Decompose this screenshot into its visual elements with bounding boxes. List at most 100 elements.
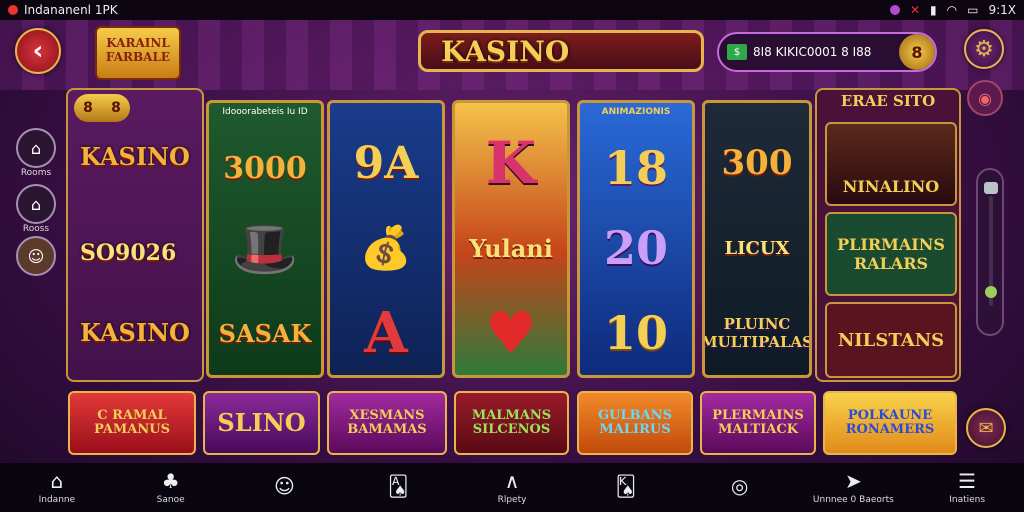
logo: KARAINL FARBALE <box>95 26 181 80</box>
avatar-icon: ☺ <box>16 236 56 276</box>
level-badge: 8 8 <box>74 94 130 122</box>
game-tile[interactable]: C RAMAL PAMANUS <box>68 391 196 455</box>
battery-icon: ▭ <box>967 3 979 17</box>
app-icon <box>889 5 900 15</box>
gear-icon: ⚙ <box>974 36 994 62</box>
reel-4[interactable]: ANIMAZIONIS 18 20 10 <box>577 100 695 378</box>
home-icon: ⌂ <box>16 184 56 224</box>
title-banner: KASINO <box>418 30 704 72</box>
coin-label: 8 <box>911 42 923 62</box>
nav-slots[interactable]: ∧ Rlpety <box>455 463 569 512</box>
share-icon: ➤ <box>844 469 862 493</box>
reel-symbol: SASAK <box>218 318 312 348</box>
slider-knob[interactable] <box>985 286 997 298</box>
nav-games[interactable]: ♣ Sanoe <box>114 463 228 512</box>
notification-icon <box>8 5 18 15</box>
nav-label: Inatiens <box>949 495 986 505</box>
page-title: KASINO <box>441 34 570 68</box>
nav-home[interactable]: ⌂ Indanne <box>0 463 114 512</box>
reel-symbol: A <box>364 300 408 366</box>
reel-symbol: K <box>485 129 537 197</box>
volume-slider[interactable] <box>976 168 1004 336</box>
reel-symbol: 10 <box>603 306 668 360</box>
games-icon: ♣ <box>161 469 180 493</box>
nav-label: Rlpety <box>497 495 527 505</box>
nav-cards[interactable]: 🂡 <box>341 463 455 512</box>
search-icon: ◎ <box>730 474 749 498</box>
balance-value: 8I8 KIKIC0001 8 I88 <box>753 45 872 59</box>
promo-tile[interactable]: NINALINO <box>825 122 957 206</box>
reel-symbol: Yulani <box>469 233 553 263</box>
game-tile[interactable]: POLKAUNE RONAMERS <box>823 391 957 455</box>
sidebar-item-avatar[interactable]: ☺ <box>16 236 56 276</box>
nav-share[interactable]: ➤ Unnnee 0 Baeorts <box>796 463 910 512</box>
reel-symbol: 3000 <box>223 150 307 186</box>
lobby-icon: ⌂ <box>16 128 56 168</box>
game-tile[interactable]: SLINO <box>203 391 320 455</box>
reel-2[interactable]: 9A 💰 A <box>327 100 445 378</box>
game-tile[interactable]: XESMANS BAMAMAS <box>327 391 447 455</box>
balance-bar[interactable]: $ 8I8 KIKIC0001 8 I88 8 <box>717 32 937 72</box>
sidebar-label: Rooss <box>22 224 50 234</box>
slider-thumb[interactable] <box>984 182 998 194</box>
app-root: Indananenl 1PK ✕ ▮ ◠ ▭ 9:1X ‹ KARAINL FA… <box>0 0 1024 512</box>
game-tile[interactable]: MALMANS SILCENOS <box>454 391 569 455</box>
mute-icon: ✕ <box>909 3 921 17</box>
notifications-button[interactable]: ✉ <box>966 408 1006 448</box>
promo-tile[interactable]: PLIRMAINS RALARS <box>825 212 957 296</box>
nav-card[interactable]: 🂮 <box>569 463 683 512</box>
sidebar-item-rooss[interactable]: ⌂ Rooss <box>16 184 61 234</box>
nav-label: Sanoe <box>156 495 185 505</box>
right-panel-header: ERAE SITO <box>840 92 936 110</box>
reel-1[interactable]: Idooorabeteis Iu ID 3000 🎩 SASAK <box>206 100 324 378</box>
reel-header: Idooorabeteis Iu ID <box>222 107 308 117</box>
wifi-icon: ◠ <box>946 3 958 17</box>
sidebar-label: Rooms <box>20 168 52 178</box>
reel-symbol: 20 <box>603 221 668 275</box>
treasure-icon: 💰 <box>359 223 413 272</box>
nav-search[interactable]: ◎ <box>683 463 797 512</box>
bottom-nav: ⌂ Indanne ♣ Sanoe ☺ 🂡 ∧ Rlpety 🂮 ◎ ➤ Unnnee … <box>0 463 1024 512</box>
nav-label: Indanne <box>38 495 76 505</box>
game-tile[interactable]: PLERMAINS MALTIACK <box>700 391 816 455</box>
sidebar-item-rooms[interactable]: ⌂ Rooms <box>16 128 61 178</box>
back-button[interactable]: ‹ <box>15 28 61 74</box>
record-icon: ◉ <box>978 88 992 108</box>
slots-icon: ∧ <box>504 469 520 493</box>
reel-symbol: 18 <box>603 141 668 195</box>
home-icon: ⌂ <box>50 469 64 493</box>
nav-menu[interactable]: ☰ Inatiens <box>910 463 1024 512</box>
leprechaun-icon: 🎩 <box>231 215 299 280</box>
reel-symbol: 300 <box>721 143 793 183</box>
bell-icon: ✉ <box>978 417 994 439</box>
heart-icon: ♥ <box>485 299 537 367</box>
card-icon: 🂮 <box>615 474 637 498</box>
status-bar: Indananenl 1PK ✕ ▮ ◠ ▭ 9:1X <box>0 0 1024 20</box>
reel-5[interactable]: 300 LICUX PLUINC MULTIPALAS <box>702 100 812 378</box>
promo-line: KASINO <box>80 142 190 171</box>
promo-tile[interactable]: NILSTANS <box>825 302 957 378</box>
game-tile[interactable]: GULBANS MALIRUS <box>577 391 693 455</box>
right-promo-panel: ERAE SITO NINALINO PLIRMAINS RALARS NILS… <box>815 88 961 382</box>
reel-symbol: LICUX <box>724 237 790 259</box>
badge-digit: 8 <box>83 100 93 116</box>
cards-icon: 🂡 <box>388 474 409 498</box>
reel-symbol: 9A <box>353 137 419 189</box>
promo-line: SO9026 <box>80 240 177 266</box>
reel-header: ANIMAZIONIS <box>601 107 671 117</box>
cash-icon: $ <box>727 44 747 60</box>
coin-button[interactable]: 8 <box>899 34 935 70</box>
promo-line: KASINO <box>80 318 190 347</box>
record-button[interactable]: ◉ <box>967 80 1003 116</box>
settings-button[interactable]: ⚙ <box>964 29 1004 69</box>
nav-label: Unnnee 0 Baeorts <box>812 495 894 505</box>
reel-3[interactable]: K Yulani ♥ <box>452 100 570 378</box>
logo-text: KARAINL FARBALE <box>105 36 171 64</box>
badge-digit: 8 <box>111 100 121 116</box>
status-app-name: Indananenl 1PK <box>24 3 118 17</box>
status-time: 9:1X <box>988 3 1016 17</box>
emoji-icon: ☺ <box>274 474 295 498</box>
left-promo-panel[interactable]: 8 8 KASINO SO9026 KASINO <box>66 88 204 382</box>
nav-emoji[interactable]: ☺ <box>228 463 342 512</box>
signal-icon: ▮ <box>930 3 937 17</box>
